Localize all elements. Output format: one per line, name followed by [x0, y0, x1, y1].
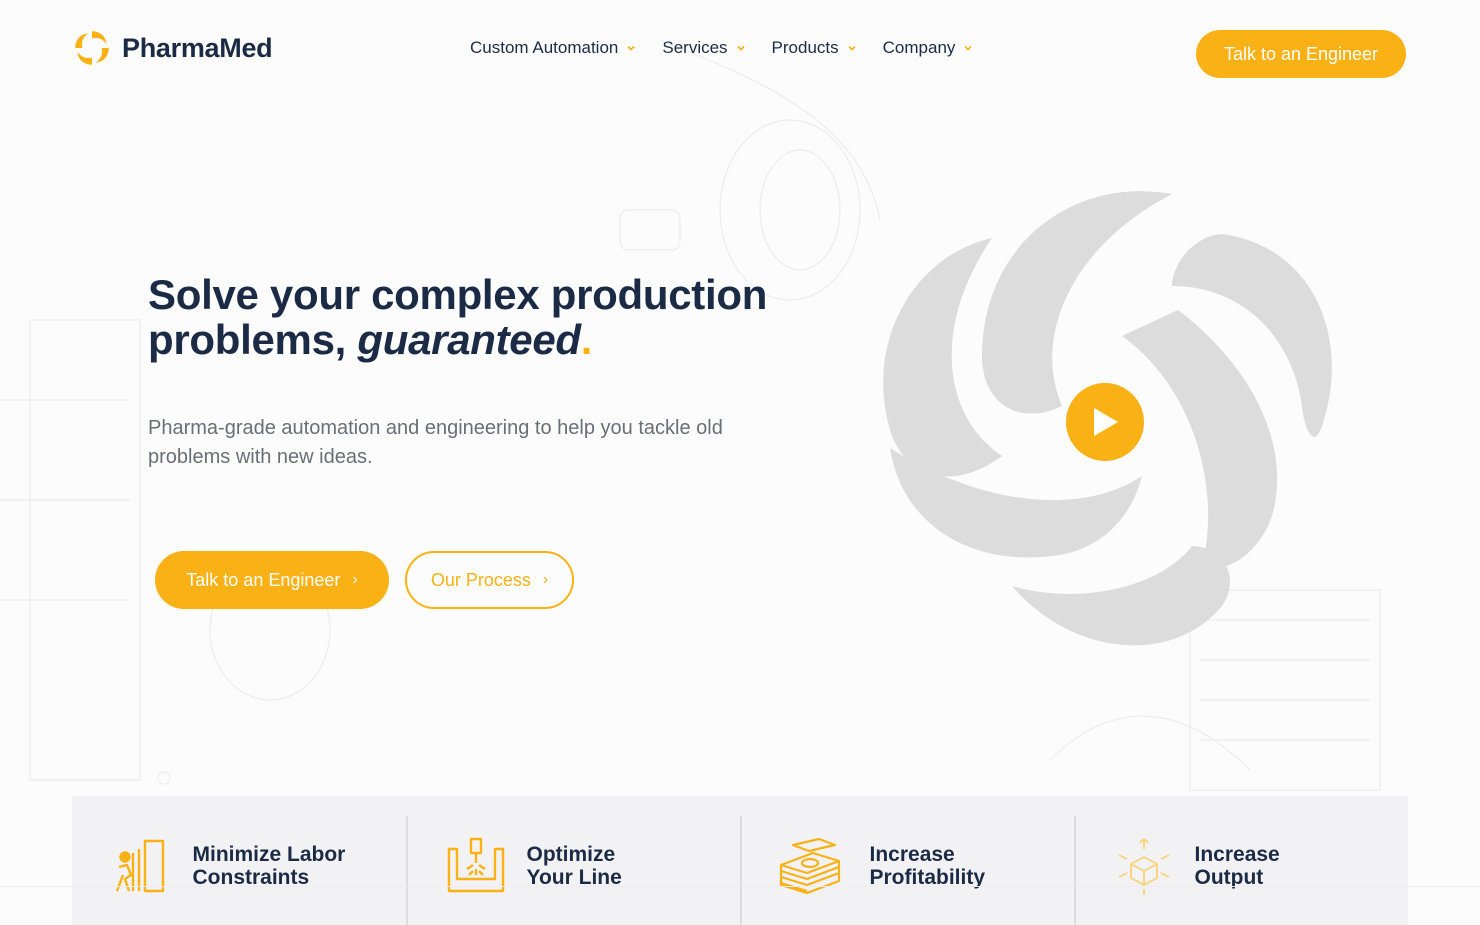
chevron-down-icon — [848, 45, 856, 51]
nav-label: Services — [662, 38, 728, 57]
main-nav: Custom Automation Services Products Comp… — [470, 38, 973, 58]
chevron-down-icon — [627, 45, 635, 51]
benefit-label: Increase Profitability — [870, 843, 1045, 889]
brand-name: PharmaMed — [122, 32, 273, 63]
nav-custom-automation[interactable]: Custom Automation — [470, 38, 636, 58]
benefit-line1: Minimize Labor — [192, 842, 346, 866]
chevron-right-icon: › — [352, 571, 358, 588]
button-label: Talk to an Engineer — [186, 569, 341, 590]
brand-logo[interactable]: PharmaMed — [72, 28, 273, 68]
production-line-icon — [447, 837, 504, 892]
button-label: Our Process — [430, 569, 531, 590]
nav-label: Company — [882, 38, 956, 57]
nav-services[interactable]: Services — [662, 38, 745, 58]
benefit-line1: Increase — [1194, 842, 1280, 866]
play-icon — [1094, 408, 1118, 436]
benefit-minimize-labor[interactable]: Minimize Labor Constraints — [72, 796, 406, 925]
hero-title: Solve your complex production problems, … — [148, 272, 848, 362]
nav-label: Custom Automation — [470, 38, 619, 57]
benefit-label: Increase Output — [1195, 843, 1370, 889]
output-cube-icon — [1118, 837, 1169, 895]
header-talk-to-engineer-button[interactable]: Talk to an Engineer — [1196, 30, 1406, 78]
play-video-button[interactable] — [1066, 383, 1144, 461]
nav-label: Products — [771, 38, 839, 57]
money-stack-icon — [779, 837, 840, 894]
benefits-strip: Minimize Labor Constraints Optimize Your… — [72, 796, 1408, 925]
chevron-down-icon — [964, 45, 972, 51]
benefit-label: Optimize Your Line — [527, 843, 702, 889]
hero-title-line1: Solve your complex production — [148, 271, 768, 318]
benefit-label: Minimize Labor Constraints — [193, 843, 368, 889]
labor-worker-icon — [115, 839, 164, 892]
benefit-optimize-line[interactable]: Optimize Your Line — [406, 796, 740, 925]
benefit-line1: Optimize — [526, 842, 616, 866]
hero-title-dot: . — [580, 316, 593, 363]
benefit-increase-profitability[interactable]: Increase Profitability — [740, 796, 1074, 925]
benefit-line1: Increase — [869, 842, 955, 866]
chevron-right-icon: › — [542, 571, 549, 588]
benefit-increase-output[interactable]: Increase Output — [1074, 796, 1408, 925]
nav-company[interactable]: Company — [883, 38, 974, 58]
talk-to-engineer-button[interactable]: Talk to an Engineer › — [155, 551, 389, 609]
hero-subtitle: Pharma-grade automation and engineering … — [148, 417, 723, 468]
chevron-down-icon — [736, 45, 745, 51]
divider — [0, 886, 1480, 887]
our-process-button[interactable]: Our Process › — [405, 551, 574, 609]
site-header: PharmaMed Custom Automation Services Pro… — [0, 0, 1480, 100]
hero-title-emphasis: guaranteed — [357, 316, 581, 363]
hero-title-line2: problems, — [148, 316, 358, 363]
nav-products[interactable]: Products — [772, 38, 857, 58]
brand-swirl-icon — [75, 31, 109, 65]
